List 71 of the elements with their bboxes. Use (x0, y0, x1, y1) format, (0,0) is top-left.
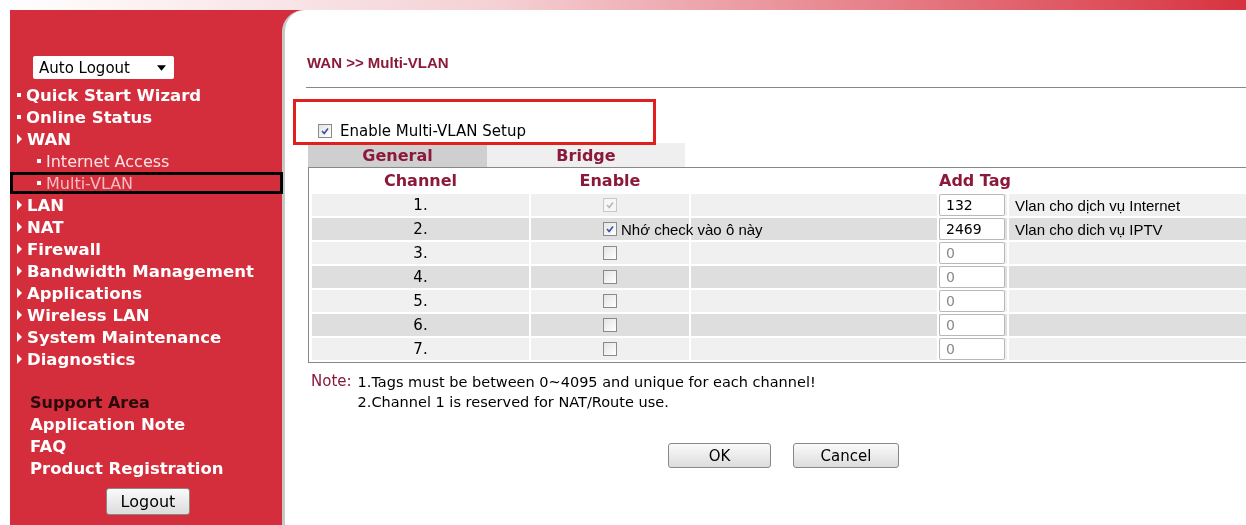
logout-button[interactable]: Logout (106, 488, 190, 515)
caret-icon (157, 64, 166, 71)
tag-input[interactable]: 2469 (939, 218, 1005, 240)
checkbox[interactable] (603, 342, 617, 356)
column-header: Enable (578, 169, 642, 192)
menu-item[interactable]: Diagnostics (10, 348, 282, 370)
support-heading: Support Area (30, 392, 151, 414)
triangle-icon (17, 222, 22, 232)
support-link[interactable]: Application Note (30, 414, 282, 436)
menu-item[interactable]: Online Status (10, 106, 282, 128)
tab[interactable]: General (308, 143, 487, 167)
checkbox[interactable] (603, 222, 617, 236)
tag-input[interactable]: 0 (939, 242, 1005, 264)
checkbox-label: Enable Multi-VLAN Setup (340, 122, 526, 140)
checkbox[interactable] (603, 318, 617, 332)
triangle-icon (17, 244, 22, 254)
note-text: 1.Tags must be between 0~4095 and unique for each channel! (357, 373, 816, 392)
tag-input[interactable]: 0 (939, 338, 1005, 360)
menu-item[interactable]: WAN (10, 128, 282, 150)
column-header: Channel (382, 169, 458, 192)
menu-item[interactable]: System Maintenance (10, 326, 282, 348)
menu-item[interactable]: Wireless LAN (10, 304, 282, 326)
table-cell: 1. (312, 194, 529, 216)
triangle-icon (17, 332, 22, 342)
checkbox[interactable] (603, 246, 617, 260)
triangle-icon (17, 354, 22, 364)
table-cell: 3. (312, 242, 529, 264)
menu-item[interactable]: Bandwidth Management (10, 260, 282, 282)
checkmark-icon (605, 224, 615, 234)
action-button[interactable]: Cancel (793, 443, 899, 468)
triangle-icon (17, 200, 22, 210)
bullet-icon (17, 115, 21, 119)
triangle-icon (17, 288, 22, 298)
menu-item[interactable]: NAT (10, 216, 282, 238)
bullet-icon (17, 93, 21, 97)
checkmark-icon (605, 200, 615, 210)
menu-item[interactable]: Quick Start Wizard (10, 84, 282, 106)
bullet-icon (37, 159, 41, 163)
description-text: Vlan cho dịch vụ Internet (1014, 196, 1181, 214)
tag-input[interactable]: 0 (939, 290, 1005, 312)
checkbox[interactable] (603, 270, 617, 284)
checkbox[interactable] (603, 294, 617, 308)
note-text: 2.Channel 1 is reserved for NAT/Route use. (357, 393, 670, 412)
menu-item[interactable]: Internet Access (10, 150, 282, 172)
menu-item[interactable]: Multi-VLAN (10, 172, 283, 194)
page-title: WAN >> Multi-VLAN (306, 54, 450, 73)
table-cell: 6. (312, 314, 529, 336)
menu-item[interactable]: Firewall (10, 238, 282, 260)
description-text: Vlan cho dich vụ IPTV (1014, 220, 1163, 238)
checkmark-icon (320, 126, 330, 136)
menu-item[interactable]: LAN (10, 194, 282, 216)
tag-input[interactable]: 0 (939, 314, 1005, 336)
menu-item[interactable]: Applications (10, 282, 282, 304)
checkbox[interactable] (318, 124, 332, 138)
note-label: Note: (311, 372, 352, 392)
table-cell: 5. (312, 290, 529, 312)
tab[interactable]: Bridge (487, 143, 685, 167)
triangle-icon (17, 266, 22, 276)
triangle-icon (17, 134, 22, 144)
action-button[interactable]: OK (668, 443, 771, 468)
annotation-text: Nhớ check vào ô này (621, 220, 763, 238)
support-link[interactable]: FAQ (30, 436, 282, 458)
table-cell: 2. (312, 218, 529, 240)
auto-logout-dropdown[interactable]: Auto Logout (33, 56, 174, 79)
bullet-icon (37, 181, 41, 185)
column-header: Add Tag (939, 169, 1011, 192)
table-cell: 7. (312, 338, 529, 360)
support-link[interactable]: Product Registration (30, 458, 282, 480)
tag-input[interactable]: 0 (939, 266, 1005, 288)
table-cell: 4. (312, 266, 529, 288)
triangle-icon (17, 310, 22, 320)
